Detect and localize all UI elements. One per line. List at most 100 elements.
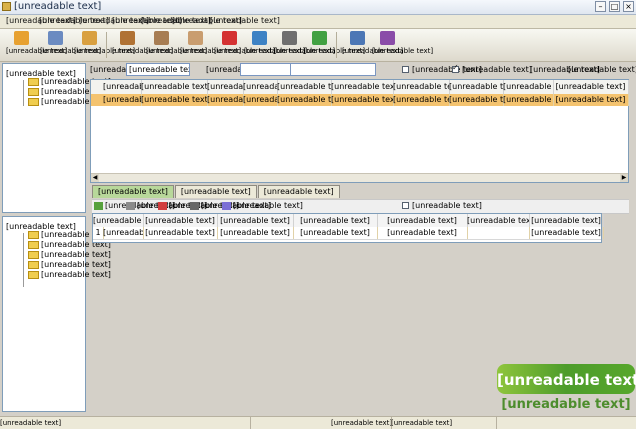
toolbar-button-2[interactable]: [unreadable text] xyxy=(40,31,101,59)
grid-cell-2: [unreadable text] xyxy=(141,94,208,106)
sub-header-1: [unreadable text] xyxy=(93,214,144,228)
print-icon xyxy=(281,31,297,45)
grid-cell-6: [unreadable text] xyxy=(331,94,394,106)
sub-cell-7: [unreadable text] xyxy=(529,227,604,239)
sub-header-4: [unreadable text] xyxy=(293,214,378,228)
toolbar-button-7[interactable]: [unreadable text] xyxy=(214,31,275,59)
sub-action-5[interactable]: [unreadable text] xyxy=(222,201,303,210)
folder-icon xyxy=(28,270,39,279)
folder-icon xyxy=(28,87,39,96)
query-input[interactable] xyxy=(290,63,376,76)
tree-bottom-item-3[interactable]: [unreadable text] xyxy=(28,250,111,259)
edit-icon xyxy=(187,31,203,45)
user-add-icon xyxy=(119,31,135,45)
watermark-url: [unreadable text] xyxy=(501,397,631,412)
left-tree-panel: [unreadable text] [unreadable text] [unr… xyxy=(2,63,111,213)
status-right: [unreadable text] xyxy=(391,417,497,429)
toolbar-button-5[interactable]: [unreadable text] xyxy=(146,31,207,59)
grid-cell-8: [unreadable text] xyxy=(449,94,504,106)
query-field-left[interactable]: [unreadable text] xyxy=(126,63,190,76)
grid-header-8: [unreadable text] xyxy=(449,80,504,94)
toolbar-button-8[interactable]: [unreadable text] xyxy=(244,31,305,59)
grid-cell-1: [unreadable text] xyxy=(103,94,142,106)
batch-add-icon xyxy=(153,31,169,45)
toolbar-button-11[interactable]: [unreadable text] xyxy=(342,31,403,59)
close-window-button[interactable]: × xyxy=(623,1,634,12)
folder-icon xyxy=(28,250,39,259)
tab-3[interactable]: [unreadable text] xyxy=(257,185,340,198)
query-checkbox-2[interactable] xyxy=(452,63,459,73)
toolbar-separator xyxy=(106,32,107,58)
grid-header-2: [unreadable text] xyxy=(141,80,208,94)
toolbar-button-9[interactable]: [unreadable text] xyxy=(274,31,335,59)
sub-grid-header: [unreadable text] [unreadable text] [unr… xyxy=(93,214,604,228)
toolbar-button-12[interactable]: [unreadable text] xyxy=(372,31,433,59)
report-icon xyxy=(311,31,327,45)
tree-connector xyxy=(23,233,24,287)
query-row: [unreadable text] [unreadable text] [unr… xyxy=(90,62,636,78)
detail-tabs: [unreadable text] [unreadable text] [unr… xyxy=(92,185,340,199)
status-bar: [unreadable text] [unreadable text] [unr… xyxy=(0,416,636,429)
grid-cell-5: [unreadable text] xyxy=(277,94,332,106)
tree-bottom-item-4[interactable]: [unreadable text] xyxy=(28,260,111,269)
sub-cell-1: [unreadable text] xyxy=(103,227,144,239)
menu-item-7[interactable]: [unreadable text] xyxy=(210,16,280,25)
menu-bar: [unreadable text] [unreadable text] [unr… xyxy=(0,15,636,29)
grid-cell-3: [unreadable text] xyxy=(207,94,244,106)
folder-icon xyxy=(28,77,39,86)
scroll-left-arrow[interactable]: ◀ xyxy=(91,174,99,182)
grid-header-5: [unreadable text] xyxy=(277,80,332,94)
table-row[interactable]: [unreadable text] [unreadable text] [unr… xyxy=(91,94,629,106)
main-grid: [unreadable text] [unreadable text] [unr… xyxy=(90,79,629,183)
customer-icon xyxy=(13,31,29,45)
sub-header-5: [unreadable text] xyxy=(377,214,468,228)
status-middle: [unreadable text] xyxy=(331,417,392,429)
folder-icon xyxy=(28,260,39,269)
delete-icon xyxy=(221,31,237,45)
tree-bottom-item-5[interactable]: [unreadable text] xyxy=(28,270,111,279)
sub-header-2: [unreadable text] xyxy=(143,214,218,228)
grid-header-3: [unreadable text] xyxy=(207,80,244,94)
tree-connector xyxy=(23,80,24,106)
maximize-button[interactable]: □ xyxy=(609,1,620,12)
toolbar-button-6[interactable]: [unreadable text] xyxy=(180,31,241,59)
grid-cell-10: [unreadable text] xyxy=(553,94,629,106)
toolbar-button-1[interactable]: [unreadable text] xyxy=(6,31,67,59)
tab-2[interactable]: [unreadable text] xyxy=(174,185,257,198)
sub-cell-3: [unreadable text] xyxy=(217,227,294,239)
query-radio-label[interactable]: [unreadable text] xyxy=(568,65,636,74)
left-bottom-tree-panel: [unreadable text] [unreadable text] [unr… xyxy=(2,216,111,412)
sub-cell-5: [unreadable text] xyxy=(377,227,468,239)
sub-toolbar: [unreadable text] [unreadable text] [unr… xyxy=(92,199,629,214)
sub-header-6: [unreadable text] xyxy=(467,214,530,228)
toolbar-button-10[interactable]: [unreadable text] xyxy=(304,31,365,59)
watermark: [unreadable text] [unreadable text] xyxy=(497,364,636,414)
form-icon xyxy=(349,31,365,45)
company-icon xyxy=(81,31,97,45)
sub-action-icon xyxy=(158,201,167,210)
folder-icon xyxy=(28,97,39,106)
toolbar-button-4[interactable]: [unreadable text] xyxy=(112,31,173,59)
grid-header-9: [unreadable text] xyxy=(503,80,554,94)
toolbar-button-3[interactable]: [unreadable text] xyxy=(74,31,135,59)
folder-icon xyxy=(28,230,39,239)
window-controls: – □ × xyxy=(595,1,634,12)
sub-checkbox[interactable] xyxy=(402,202,409,209)
grid-header-10: [unreadable text] xyxy=(553,80,629,94)
toolbar-separator xyxy=(336,32,337,58)
minimize-button[interactable]: – xyxy=(595,1,606,12)
query-checkbox-2-label: [unreadable text] xyxy=(462,65,532,74)
sub-table-row[interactable]: 1 [unreadable text] [unreadable text] [u… xyxy=(93,227,604,240)
sub-grid: [unreadable text] [unreadable text] [unr… xyxy=(92,213,604,243)
query-checkbox-1[interactable] xyxy=(402,66,409,73)
app-icon xyxy=(2,2,11,11)
sub-cell-2: [unreadable text] xyxy=(143,227,218,239)
title-bar: [unreadable text] – □ × xyxy=(0,0,636,15)
sub-checkbox-label[interactable]: [unreadable text] xyxy=(402,201,482,210)
tab-1[interactable]: [unreadable text] xyxy=(92,185,174,198)
scroll-right-arrow[interactable]: ▶ xyxy=(620,174,628,182)
main-grid-header: [unreadable text] [unreadable text] [unr… xyxy=(91,80,629,95)
sub-cell-4: [unreadable text] xyxy=(293,227,378,239)
settings-icon xyxy=(47,31,63,45)
horizontal-scrollbar[interactable]: ◀ ▶ xyxy=(91,173,628,182)
